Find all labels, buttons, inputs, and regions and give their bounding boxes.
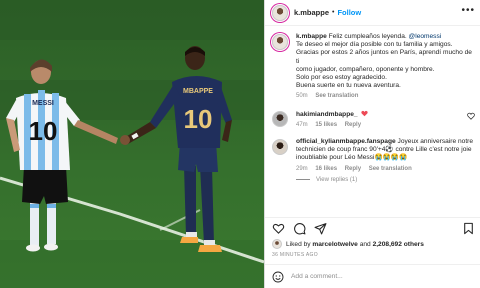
emoji-icon[interactable] xyxy=(272,271,284,283)
player-right-number: 10 xyxy=(184,104,213,134)
separator-dot: • xyxy=(332,9,335,16)
share-icon[interactable] xyxy=(314,222,327,235)
post-photo-image: MESSI 10 MBAPPE 10 xyxy=(0,0,264,288)
avatar[interactable] xyxy=(272,4,288,21)
comment-time: 29m xyxy=(296,165,308,172)
red-heart-emoji-icon xyxy=(361,110,369,116)
comment-username[interactable]: official_kylianmbappe.fanspage xyxy=(296,138,396,145)
caption-username[interactable]: k.mbappe xyxy=(296,33,327,40)
view-replies-button[interactable]: View replies (1) xyxy=(296,177,475,183)
comment-item: hakimiandmbappe_ 47m 15 likes Reply xyxy=(272,110,475,129)
caption-mention[interactable]: @leomessi xyxy=(409,33,442,40)
caption: k.mbappe Feliz cumpleaños leyenda. @leom… xyxy=(272,33,475,101)
likes-summary[interactable]: Liked by marcelotwelve and 2,208,692 oth… xyxy=(272,239,477,249)
see-translation-link[interactable]: See translation xyxy=(369,166,412,172)
likes-count[interactable]: 2,208,692 others xyxy=(373,241,424,248)
comment-like-heart-icon[interactable] xyxy=(467,112,475,120)
caption-text: Feliz cumpleaños leyenda. xyxy=(328,33,409,40)
comments-list[interactable]: k.mbappe Feliz cumpleaños leyenda. @leom… xyxy=(265,27,480,207)
caption-text-body: Te deseo el mejor día posible con tu fam… xyxy=(296,41,472,90)
reply-button[interactable]: Reply xyxy=(345,166,361,172)
liker-username[interactable]: marcelotwelve xyxy=(312,241,357,248)
follow-button[interactable]: Follow xyxy=(337,8,361,17)
bookmark-icon[interactable] xyxy=(462,222,475,235)
likes-and: and xyxy=(359,240,371,248)
comment-time: 47m xyxy=(296,121,308,128)
replies-divider xyxy=(296,179,310,181)
see-translation-link[interactable]: See translation xyxy=(315,93,358,99)
player-right-name: MBAPPE xyxy=(183,88,213,95)
post-side-panel: k.mbappe • Follow ••• k.mbappe Feliz cum… xyxy=(264,0,480,288)
comment-username[interactable]: hakimiandmbappe_ xyxy=(296,111,358,118)
heart-icon[interactable] xyxy=(272,222,285,235)
add-comment-bar xyxy=(265,264,480,288)
comment-icon[interactable] xyxy=(293,222,306,235)
handshake xyxy=(120,135,130,145)
more-icon[interactable]: ••• xyxy=(461,6,475,16)
avatar[interactable] xyxy=(272,34,288,50)
avatar[interactable] xyxy=(272,110,288,127)
add-comment-input[interactable] xyxy=(291,273,471,280)
post-time-ago: 36 MINUTES AGO xyxy=(272,252,318,258)
avatar[interactable] xyxy=(272,139,288,156)
comment-likes[interactable]: 16 likes xyxy=(315,166,337,172)
crying-emojis: 😭😭😭😭 xyxy=(374,154,408,162)
post-username[interactable]: k.mbappe xyxy=(294,8,329,17)
likes-prefix: Liked by xyxy=(286,240,311,248)
player-left-name: MESSI xyxy=(32,100,54,107)
player-left-number: 10 xyxy=(29,116,58,146)
post-photo[interactable]: MESSI 10 MBAPPE 10 xyxy=(0,0,264,288)
action-bar xyxy=(265,217,480,235)
comment-likes[interactable]: 15 likes xyxy=(315,122,337,128)
comment-item: official_kylianmbappe.fanspage Joyeux an… xyxy=(272,138,475,173)
liker-avatar[interactable] xyxy=(272,239,282,249)
view-replies-label: View replies (1) xyxy=(316,176,358,183)
caption-time: 50m xyxy=(296,93,308,100)
post-header: k.mbappe • Follow ••• xyxy=(265,0,480,26)
reply-button[interactable]: Reply xyxy=(345,122,361,128)
